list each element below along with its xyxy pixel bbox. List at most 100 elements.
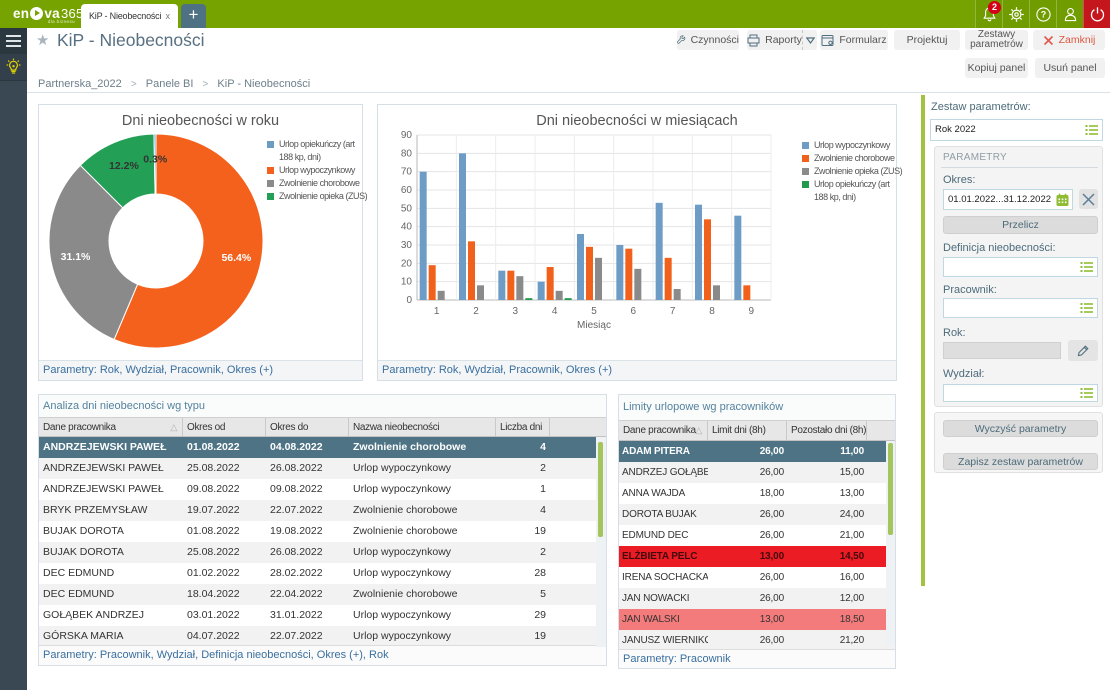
bar[interactable] [586, 247, 593, 300]
zapisz-zestaw-button[interactable]: Zapisz zestaw parametrów [943, 453, 1098, 470]
bar[interactable] [538, 282, 545, 300]
kopiuj-panel-button[interactable]: Kopiuj panel [965, 58, 1028, 78]
scrollbar-thumb[interactable] [888, 443, 893, 535]
table-row[interactable]: BUJAK DOROTA25.08.202226.08.2022Urlop wy… [39, 542, 606, 563]
list-icon[interactable] [1080, 302, 1094, 314]
panel-splitter[interactable] [921, 95, 925, 586]
bar[interactable] [556, 291, 563, 300]
logout-button[interactable] [1083, 0, 1110, 28]
okres-input[interactable]: 01.01.2022...31.12.2022 [943, 189, 1073, 210]
bar[interactable] [438, 291, 445, 300]
analysis-table-scrollbar[interactable] [596, 437, 606, 647]
table-row[interactable]: ELŻBIETA PELC13,0014,50 [619, 546, 895, 567]
limits-table-header[interactable]: Dane pracownika△Limit dni (8h)Pozostało … [619, 420, 895, 441]
bar[interactable] [743, 285, 750, 300]
table-row[interactable]: GOŁĄBEK ANDRZEJ03.01.202231.01.2022Urlop… [39, 605, 606, 626]
table-row[interactable]: ADAM PITERA26,0011,00 [619, 441, 895, 462]
analysis-table-header[interactable]: Dane pracownika△Okres odOkres doNazwa ni… [39, 417, 606, 437]
favorite-star-icon[interactable]: ★ [36, 31, 49, 49]
bar[interactable] [616, 245, 623, 300]
bar[interactable] [734, 216, 741, 300]
scrollbar-thumb[interactable] [598, 442, 603, 537]
table-row[interactable]: ANDRZEJEWSKI PAWEŁ01.08.202204.08.2022Zw… [39, 437, 606, 458]
table-row[interactable]: EDMUND DEC26,0021,00 [619, 525, 895, 546]
edit-rok-button[interactable] [1068, 340, 1098, 361]
usun-panel-button[interactable]: Usuń panel [1035, 58, 1105, 78]
definicja-input[interactable] [943, 257, 1098, 277]
bar[interactable] [498, 271, 505, 300]
column-header[interactable]: Okres do [266, 418, 349, 436]
bar[interactable] [547, 267, 554, 300]
column-header[interactable]: Dane pracownika△ [619, 421, 708, 440]
breadcrumb-item-current[interactable]: KiP - Nieobecności [217, 78, 310, 90]
bar[interactable] [516, 276, 523, 300]
bar-params-footer[interactable]: Parametry: Rok, Wydział, Pracownik, Okre… [378, 360, 896, 380]
table-row[interactable]: ANDRZEJEWSKI PAWEŁ25.08.202226.08.2022Ur… [39, 458, 606, 479]
main-menu-button[interactable] [0, 28, 27, 54]
table-row[interactable]: ANDRZEJEWSKI PAWEŁ09.08.202209.08.2022Ur… [39, 479, 606, 500]
table-row[interactable]: DOROTA BUJAK26,0024,00 [619, 504, 895, 525]
zestaw-parametrow-input[interactable]: Rok 2022 [930, 119, 1103, 141]
table-row[interactable]: DEC EDMUND01.02.202228.02.2022Urlop wypo… [39, 563, 606, 584]
bar[interactable] [420, 172, 427, 300]
table-row[interactable]: ANNA WAJDA18,0013,00 [619, 483, 895, 504]
wydzial-input[interactable] [943, 384, 1098, 402]
breadcrumb-item-partnerska[interactable]: Partnerska_2022 [38, 78, 122, 90]
formularz-button[interactable]: Formularz [820, 30, 888, 50]
wyczysc-parametry-button[interactable]: Wyczyść parametry [943, 420, 1098, 437]
breadcrumb-item-panele-bi[interactable]: Panele BI [146, 78, 194, 90]
bar[interactable] [656, 203, 663, 300]
bar[interactable] [665, 258, 672, 300]
bar[interactable] [459, 153, 466, 300]
clear-okres-button[interactable] [1079, 189, 1098, 209]
column-header[interactable]: Pozostało dni (8h) [787, 421, 867, 440]
help-button[interactable]: ? [1029, 0, 1056, 28]
column-header[interactable]: Limit dni (8h) [708, 421, 787, 440]
column-header[interactable]: Nazwa nieobecności [349, 418, 496, 436]
new-tab-button[interactable]: + [181, 4, 206, 28]
bar[interactable] [565, 298, 572, 300]
bar[interactable] [468, 241, 475, 300]
calendar-icon[interactable] [1056, 193, 1069, 206]
bar[interactable] [577, 234, 584, 300]
bar[interactable] [507, 271, 514, 300]
bar[interactable] [704, 219, 711, 300]
zestawy-parametrow-button[interactable]: Zestawy parametrów [965, 30, 1028, 50]
column-header[interactable]: Dane pracownika△ [39, 418, 183, 436]
bar[interactable] [625, 249, 632, 300]
pracownik-input[interactable] [943, 298, 1098, 318]
raporty-dropdown-button[interactable] [802, 30, 817, 50]
table-row[interactable]: JAN NOWACKI26,0012,00 [619, 588, 895, 609]
list-icon[interactable] [1085, 124, 1099, 136]
bar[interactable] [595, 258, 602, 300]
table-row[interactable]: ANDRZEJ GOŁĄBEK26,0015,00 [619, 462, 895, 483]
limits-table-scrollbar[interactable] [886, 441, 895, 645]
table-row[interactable]: BRYK PRZEMYSŁAW19.07.202222.07.2022Zwoln… [39, 500, 606, 521]
bar[interactable] [429, 265, 436, 300]
hints-button[interactable] [0, 54, 27, 81]
przelicz-button[interactable]: Przelicz [943, 216, 1098, 234]
bar[interactable] [477, 285, 484, 300]
bar[interactable] [634, 269, 641, 300]
list-icon[interactable] [1080, 387, 1094, 399]
table-row[interactable]: JAN WALSKI13,0018,50 [619, 609, 895, 630]
analysis-table-footer[interactable]: Parametry: Pracownik, Wydział, Definicja… [39, 645, 606, 665]
zamknij-button[interactable]: Zamknij [1033, 30, 1105, 50]
table-row[interactable]: JANUSZ WIERNIKOWSKI26,0021,20 [619, 630, 895, 651]
settings-button[interactable] [1002, 0, 1029, 28]
bar[interactable] [674, 289, 681, 300]
list-icon[interactable] [1080, 261, 1094, 273]
user-button[interactable] [1056, 0, 1083, 28]
projektuj-button[interactable]: Projektuj [894, 30, 960, 50]
notifications-button[interactable]: 2 [975, 0, 1002, 28]
raporty-button[interactable]: Raporty [747, 30, 802, 50]
table-row[interactable]: DEC EDMUND18.04.202222.04.2022Zwolnienie… [39, 584, 606, 605]
table-row[interactable]: GÓRSKA MARIA04.07.202222.07.2022Urlop wy… [39, 626, 606, 647]
open-tab[interactable]: KiP - Nieobecności x [81, 4, 178, 28]
bar[interactable] [713, 285, 720, 300]
column-header[interactable]: Liczba dni [496, 418, 550, 436]
column-header[interactable]: Okres od [183, 418, 266, 436]
czynnosci-button[interactable]: Czynności [677, 30, 739, 50]
donut-params-footer[interactable]: Parametry: Rok, Wydział, Pracownik, Okre… [39, 360, 362, 380]
limits-table-footer[interactable]: Parametry: Pracownik [619, 649, 895, 668]
